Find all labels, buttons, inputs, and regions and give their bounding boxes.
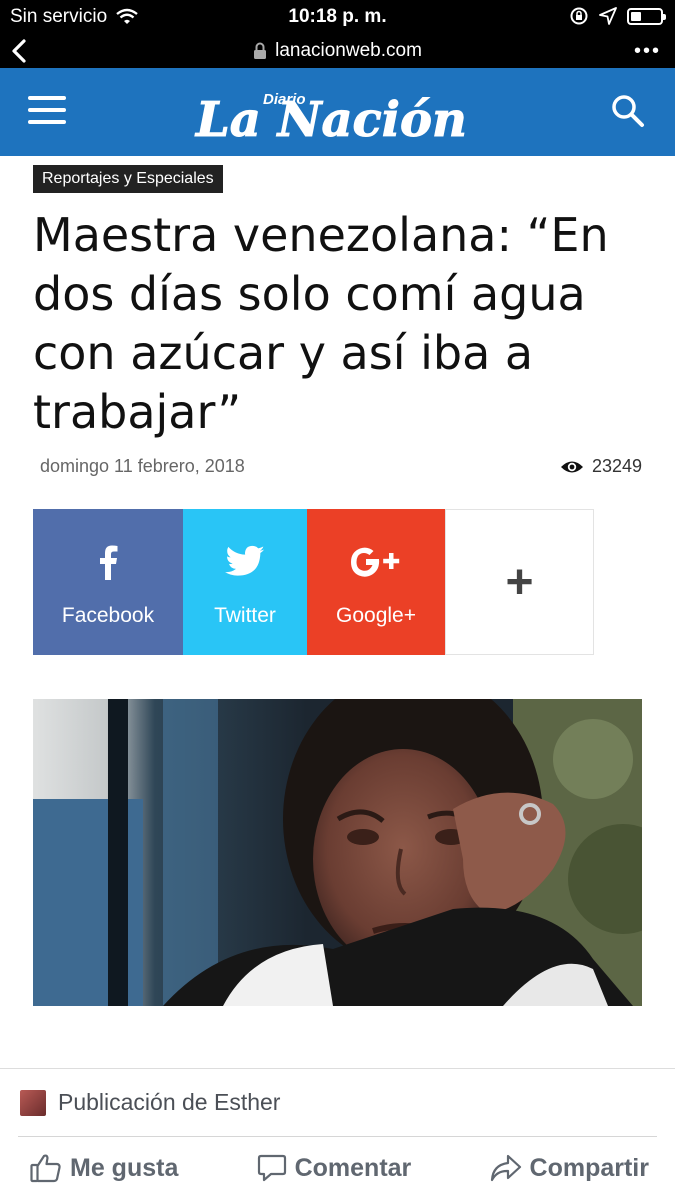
share-post-button[interactable]: Compartir (490, 1153, 649, 1183)
lock-icon (254, 42, 267, 59)
share-google-plus-button[interactable]: Google+ (307, 509, 445, 655)
search-button[interactable] (611, 94, 645, 133)
url-text: lanacionweb.com (275, 40, 422, 61)
site-header: Diario La Nación (0, 68, 675, 156)
like-label: Me gusta (70, 1153, 179, 1182)
hamburger-icon[interactable] (28, 96, 66, 126)
divider (18, 1136, 657, 1137)
category-tag[interactable]: Reportajes y Especiales (33, 165, 223, 193)
share-arrow-icon (490, 1154, 521, 1182)
comment-icon (257, 1154, 286, 1182)
comment-label: Comentar (294, 1153, 412, 1182)
eye-icon (560, 461, 583, 472)
view-count: 23249 (560, 456, 642, 477)
publication-label: Publicación de Esther (58, 1089, 281, 1115)
facebook-post-bar: Publicación de Esther Me gusta Comentar … (0, 1068, 675, 1201)
google-plus-icon (351, 547, 400, 577)
search-icon (612, 95, 644, 127)
battery-icon (627, 7, 666, 25)
article-title: Maestra venezolana: “En dos días solo co… (33, 208, 609, 439)
status-bar: Sin servicio 10:18 p. m. (0, 0, 675, 36)
ellipsis-icon[interactable]: ••• (634, 40, 661, 63)
site-logo[interactable]: Diario La Nación (190, 80, 490, 149)
share-buttons: Facebook Twitter Google+ + (33, 509, 594, 655)
plus-icon: + (505, 555, 534, 609)
share-facebook-button[interactable]: Facebook (33, 509, 183, 655)
url-field[interactable]: lanacionweb.com (0, 40, 675, 62)
share-twitter-label: Twitter (214, 604, 276, 627)
thumbs-up-icon (30, 1154, 61, 1183)
rotation-lock-icon (570, 7, 588, 25)
share-more-button[interactable]: + (445, 509, 594, 655)
post-actions: Me gusta Comentar Compartir (30, 1153, 649, 1183)
publication-author[interactable]: Publicación de Esther (20, 1089, 280, 1116)
avatar (20, 1089, 46, 1116)
view-count-value: 23249 (591, 456, 642, 476)
article-date: domingo 11 febrero, 2018 (40, 456, 245, 476)
twitter-icon (225, 545, 265, 576)
logo-main-text: La Nación (194, 92, 467, 146)
share-facebook-label: Facebook (61, 604, 155, 627)
share-label: Compartir (529, 1153, 649, 1182)
share-google-plus-label: Google+ (336, 604, 416, 627)
location-icon (599, 7, 617, 25)
like-button[interactable]: Me gusta (30, 1153, 178, 1183)
browser-url-bar: lanacionweb.com ••• (0, 36, 675, 68)
article-image (33, 699, 642, 1006)
comment-button[interactable]: Comentar (257, 1153, 412, 1183)
facebook-icon (100, 545, 118, 580)
share-twitter-button[interactable]: Twitter (183, 509, 307, 655)
